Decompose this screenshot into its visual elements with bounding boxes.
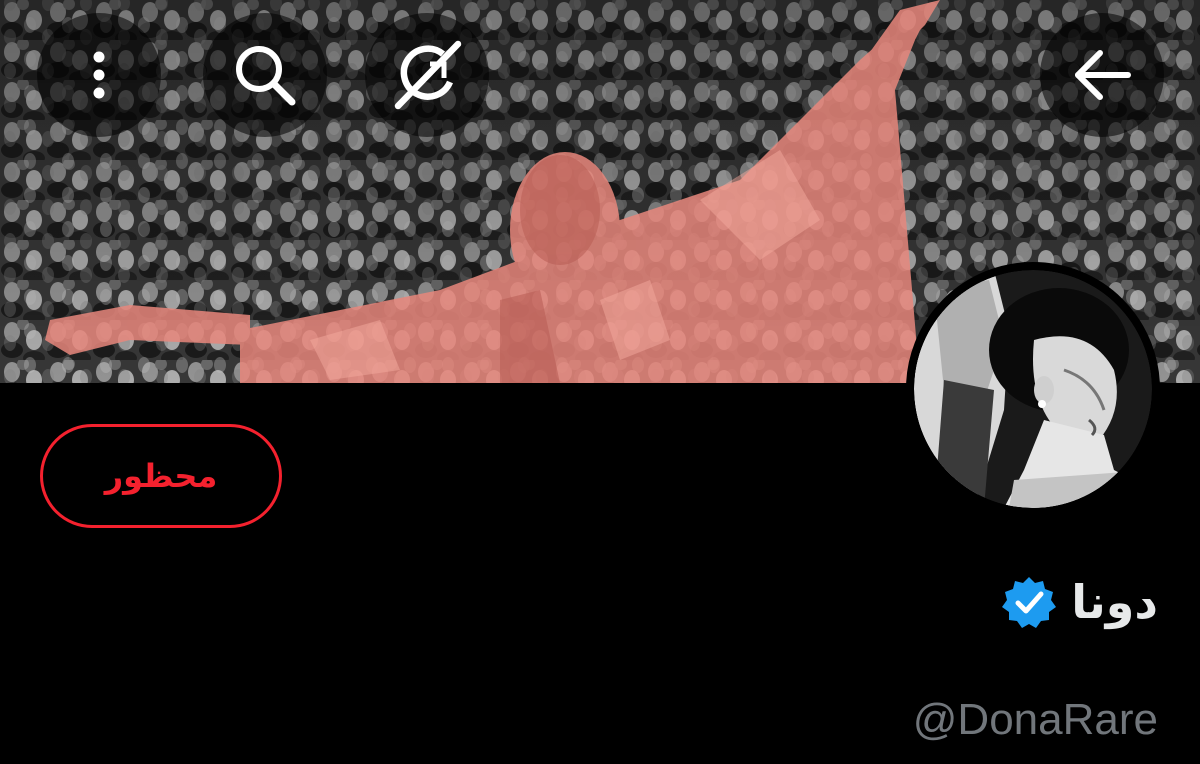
- avatar[interactable]: [906, 262, 1160, 516]
- username-handle: @DonaRare: [912, 695, 1158, 744]
- avatar-image: [914, 270, 1152, 508]
- grok-button[interactable]: [365, 13, 489, 137]
- more-options-button[interactable]: [37, 13, 161, 137]
- more-vertical-icon: [69, 45, 129, 105]
- display-name: دونا: [1071, 575, 1158, 629]
- blocked-button[interactable]: محظور: [40, 424, 282, 528]
- profile-page: محظور دونا @DonaRare: [0, 0, 1200, 764]
- back-button[interactable]: [1040, 13, 1164, 137]
- search-button[interactable]: [203, 13, 327, 137]
- search-icon: [230, 40, 300, 110]
- verified-badge-icon[interactable]: [1001, 574, 1057, 630]
- back-arrow-icon: [1070, 43, 1134, 107]
- grok-icon: [390, 38, 464, 112]
- display-name-row: دونا: [1001, 570, 1158, 634]
